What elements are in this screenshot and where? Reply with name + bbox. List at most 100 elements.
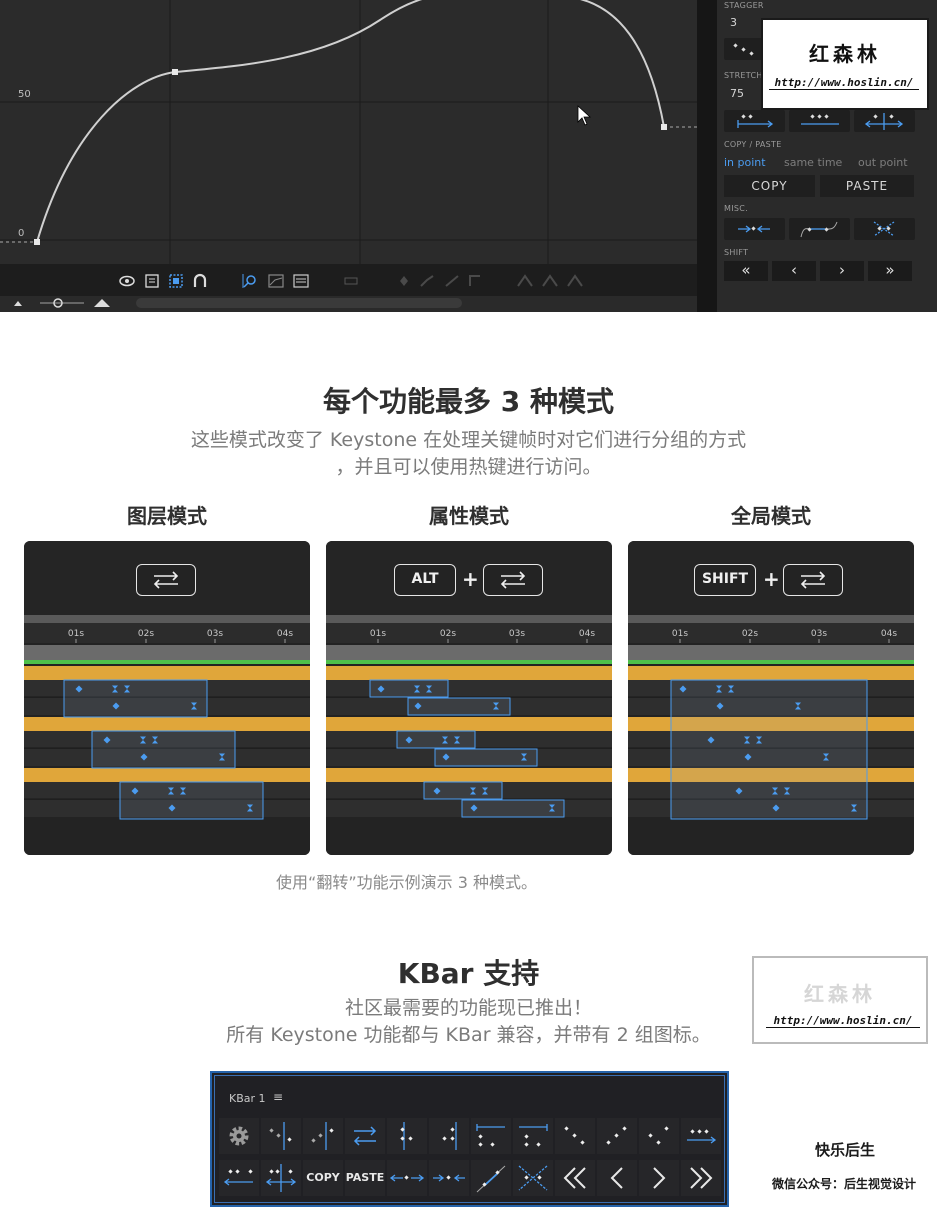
- watermark-title: 红森林: [804, 982, 876, 1006]
- kbar-stretch-left-button[interactable]: [219, 1160, 259, 1196]
- kbar-stagger-reverse-button[interactable]: [303, 1118, 343, 1154]
- copy-button[interactable]: COPY: [724, 175, 815, 197]
- flip-icon: [153, 571, 179, 589]
- current-layer-bar: [326, 660, 612, 664]
- kbar-panel: KBar 1 ≡ COPY PASTE: [210, 1071, 729, 1207]
- same-time-option[interactable]: same time: [784, 156, 842, 169]
- kbar-align-out-button[interactable]: [429, 1118, 469, 1154]
- out-point-option[interactable]: out point: [858, 156, 908, 169]
- shift-far-left-button[interactable]: «: [724, 261, 768, 281]
- keyframe-type-icon[interactable]: [342, 272, 360, 290]
- work-area-bar: [628, 645, 914, 660]
- speed-graph-icon[interactable]: [292, 272, 310, 290]
- shift-label: SHIFT: [724, 248, 749, 257]
- kbar-title: KBar 1: [229, 1092, 266, 1105]
- keyframe-group-box: [91, 730, 236, 769]
- property-mode-title: 属性模式: [429, 504, 509, 528]
- keyframe-point: [661, 124, 667, 130]
- current-layer-bar: [24, 660, 310, 664]
- shift-left-button[interactable]: ‹: [772, 261, 816, 281]
- misc-collapse-button[interactable]: [724, 218, 785, 240]
- flip-key: [136, 564, 196, 596]
- layer-bar: [326, 666, 612, 680]
- kbar-sequence-mid-button[interactable]: [639, 1118, 679, 1154]
- zoom-slider[interactable]: [0, 296, 715, 312]
- keyframe-group-box: [434, 748, 538, 767]
- timeline-top-strip: [326, 615, 612, 623]
- kbar-copy-button[interactable]: COPY: [303, 1160, 343, 1196]
- select-box-icon[interactable]: [167, 272, 185, 290]
- kbar-cross-button[interactable]: [513, 1160, 553, 1196]
- shift-far-right-button[interactable]: »: [868, 261, 912, 281]
- layer-bar: [326, 717, 612, 731]
- keyframe-group-box: [63, 679, 208, 718]
- kbar-shift-far-left-button[interactable]: [555, 1160, 595, 1196]
- watermark-url: http://www.hoslin.cn/: [766, 1014, 920, 1028]
- layer-bar: [24, 666, 310, 680]
- misc-curve-button[interactable]: [789, 218, 850, 240]
- kbar-distribute-right-button[interactable]: [513, 1118, 553, 1154]
- work-area-bar: [24, 645, 310, 660]
- kbar-shift-right-button[interactable]: [639, 1160, 679, 1196]
- list-icon[interactable]: [143, 272, 161, 290]
- kbar-settings-button[interactable]: [219, 1118, 259, 1154]
- keyframe-point: [172, 69, 178, 75]
- time-tick-label: 02s: [440, 629, 456, 639]
- shift-right-button[interactable]: ›: [820, 261, 864, 281]
- separate-x-icon[interactable]: [541, 272, 559, 290]
- stretch-right-button[interactable]: [854, 110, 915, 132]
- current-layer-bar: [628, 660, 914, 664]
- kbar-shift-far-right-button[interactable]: [681, 1160, 721, 1196]
- watermark-top: 红森林 http://www.hoslin.cn/: [761, 18, 929, 110]
- paste-button[interactable]: PASTE: [820, 175, 914, 197]
- timeline-svg: 01s 02s 03s 04s: [326, 615, 612, 855]
- stagger-value[interactable]: 3: [730, 16, 737, 29]
- kbar-expand-button[interactable]: [387, 1160, 427, 1196]
- stretch-center-button[interactable]: [789, 110, 850, 132]
- panel-divider[interactable]: [697, 0, 717, 312]
- kbar-collapse-button[interactable]: [429, 1160, 469, 1196]
- kbar-sequence-up-button[interactable]: [597, 1118, 637, 1154]
- keyframe-point: [34, 239, 40, 245]
- modes-description-line2: ，并且可以使用热键进行访问。: [335, 456, 602, 478]
- watermark-url: http://www.hoslin.cn/: [769, 76, 919, 90]
- separate-dims-icon[interactable]: [516, 272, 534, 290]
- brand-name: 快乐后生: [815, 1141, 876, 1159]
- flip-key: [783, 564, 843, 596]
- time-tick-label: 04s: [579, 629, 595, 639]
- magnet-icon[interactable]: [191, 272, 209, 290]
- eye-icon[interactable]: [118, 272, 136, 290]
- misc-cross-button[interactable]: [854, 218, 915, 240]
- stretch-value[interactable]: 75: [730, 87, 744, 100]
- ease-both-icon[interactable]: [466, 272, 484, 290]
- kbar-stretch-center-button[interactable]: [261, 1160, 301, 1196]
- kbar-curve-button[interactable]: [471, 1160, 511, 1196]
- kbar-distribute-left-button[interactable]: [471, 1118, 511, 1154]
- copy-paste-label: COPY / PASTE: [724, 140, 782, 149]
- time-ruler: [24, 623, 310, 643]
- timeline-svg: 01s 02s 03s 04s: [628, 615, 914, 855]
- kbar-align-in-button[interactable]: [387, 1118, 427, 1154]
- kbar-stagger-button[interactable]: [261, 1118, 301, 1154]
- kbar-menu-icon[interactable]: ≡: [273, 1090, 283, 1104]
- graph-canvas[interactable]: 50 0: [0, 0, 697, 264]
- kbar-paste-button[interactable]: PASTE: [345, 1160, 385, 1196]
- kbar-flip-button[interactable]: [345, 1118, 385, 1154]
- timeline-svg: 01s 02s 03s 04s: [24, 615, 310, 855]
- zoom-fit-icon[interactable]: [241, 272, 259, 290]
- time-tick-label: 02s: [138, 629, 154, 639]
- layer-bar: [24, 717, 310, 731]
- stagger-label: STAGGER: [724, 1, 764, 10]
- separate-y-icon[interactable]: [566, 272, 584, 290]
- kbar-shift-left-button[interactable]: [597, 1160, 637, 1196]
- ease-in-icon[interactable]: [418, 272, 436, 290]
- time-tick-label: 01s: [68, 629, 84, 639]
- kbar-sequence-down-button[interactable]: [555, 1118, 595, 1154]
- gear-icon: [229, 1126, 249, 1146]
- keyframe-diamond-icon[interactable]: [395, 272, 413, 290]
- kbar-stretch-right-button[interactable]: [681, 1118, 721, 1154]
- graph-view-icon[interactable]: [267, 272, 285, 290]
- stretch-left-button[interactable]: [724, 110, 785, 132]
- ease-out-icon[interactable]: [443, 272, 461, 290]
- in-point-option[interactable]: in point: [724, 156, 766, 169]
